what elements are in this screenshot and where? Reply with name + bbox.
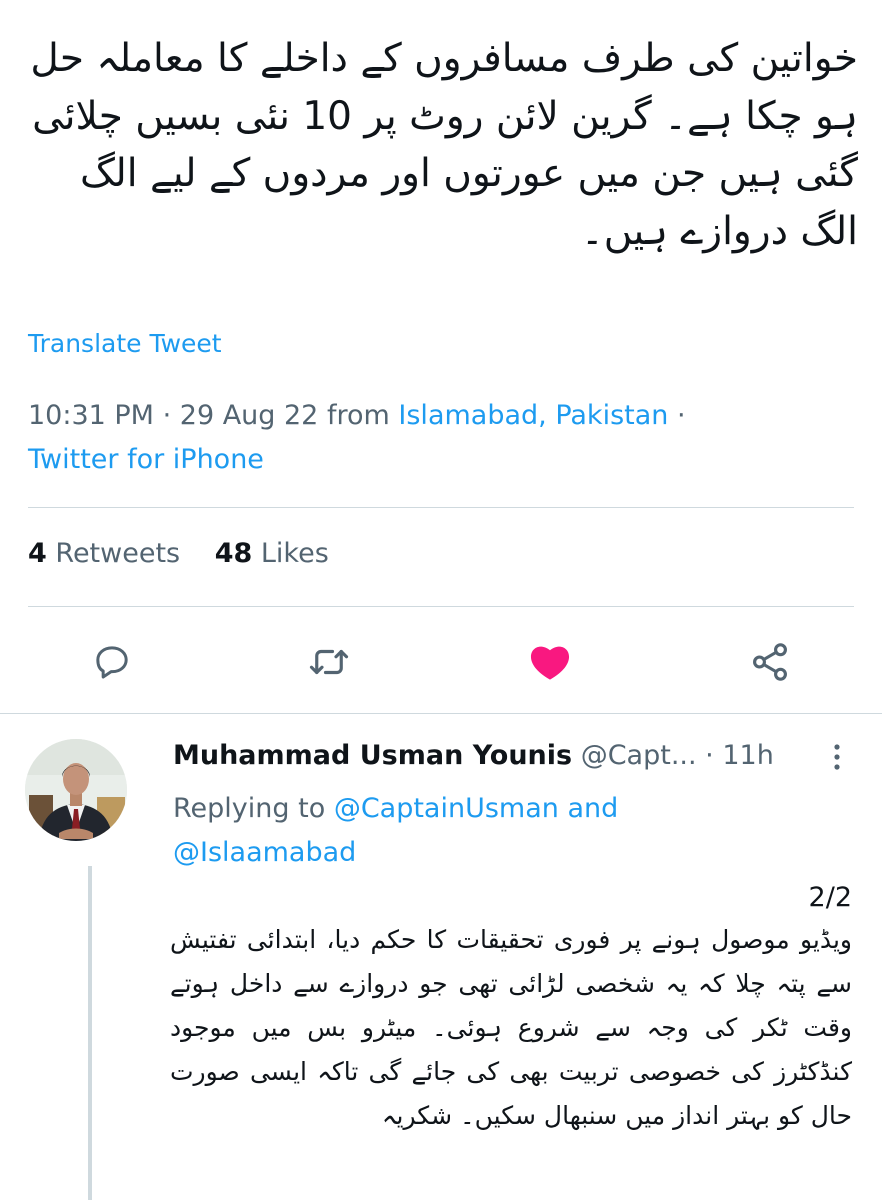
thread-line (88, 866, 92, 1200)
share-icon (753, 643, 787, 681)
translate-tweet-link[interactable]: Translate Tweet (28, 329, 222, 358)
tweet-text: خواتین کی طرف مسافروں کے داخلے کا معاملہ… (30, 36, 858, 254)
retweets-count: 4 (28, 538, 47, 569)
replying-label: Replying to (173, 793, 326, 824)
likes-stat[interactable]: 48 Likes (215, 538, 329, 569)
meta-separator: · (162, 400, 172, 431)
share-button[interactable] (742, 634, 798, 690)
mention-link[interactable]: @Islaamabad (173, 837, 356, 868)
and-label[interactable]: and (567, 793, 618, 824)
like-button[interactable] (522, 634, 578, 690)
reply-icon (96, 646, 128, 679)
divider (28, 507, 854, 508)
meta-separator: · (676, 400, 686, 431)
tweet-time[interactable]: 10:31 PM (28, 400, 154, 431)
reply-button[interactable] (84, 634, 140, 690)
reply-text: ویڈیو موصول ہونے پر فوری تحقیقات کا حکم … (170, 925, 852, 1130)
retweet-icon (309, 649, 349, 675)
tweet-stats: 4 Retweets 48 Likes (28, 538, 355, 569)
heart-icon (530, 646, 570, 680)
reply-time[interactable]: · 11h (705, 740, 774, 771)
likes-label: Likes (260, 538, 329, 569)
tweet-date[interactable]: 29 Aug 22 (180, 400, 319, 431)
retweets-stat[interactable]: 4 Retweets (28, 538, 180, 569)
divider (28, 606, 854, 607)
tweet-client-link[interactable]: Twitter for iPhone (28, 444, 264, 475)
reply-author-name[interactable]: Muhammad Usman Younis (173, 740, 572, 771)
replying-to: Replying to @CaptainUsman and @Islaamaba… (173, 787, 853, 875)
mention-link[interactable]: @CaptainUsman (334, 793, 559, 824)
reply-author-handle[interactable]: @Capt... (581, 740, 697, 771)
avatar[interactable] (25, 739, 127, 841)
retweets-label: Retweets (55, 538, 181, 569)
thread-counter: 2/2 (808, 882, 852, 913)
more-options-button[interactable] (826, 740, 848, 776)
likes-count: 48 (214, 538, 253, 569)
profile-photo (25, 739, 127, 841)
retweet-button[interactable] (301, 634, 357, 690)
reply-header: Muhammad Usman Younis @Capt... · 11h (173, 740, 833, 771)
divider (0, 713, 882, 714)
tweet-metadata: 10:31 PM · 29 Aug 22 from Islamabad, Pak… (28, 394, 788, 482)
more-vertical-icon (834, 744, 840, 770)
tweet-location-link[interactable]: Islamabad, Pakistan (398, 400, 668, 431)
from-label: from (326, 400, 390, 431)
